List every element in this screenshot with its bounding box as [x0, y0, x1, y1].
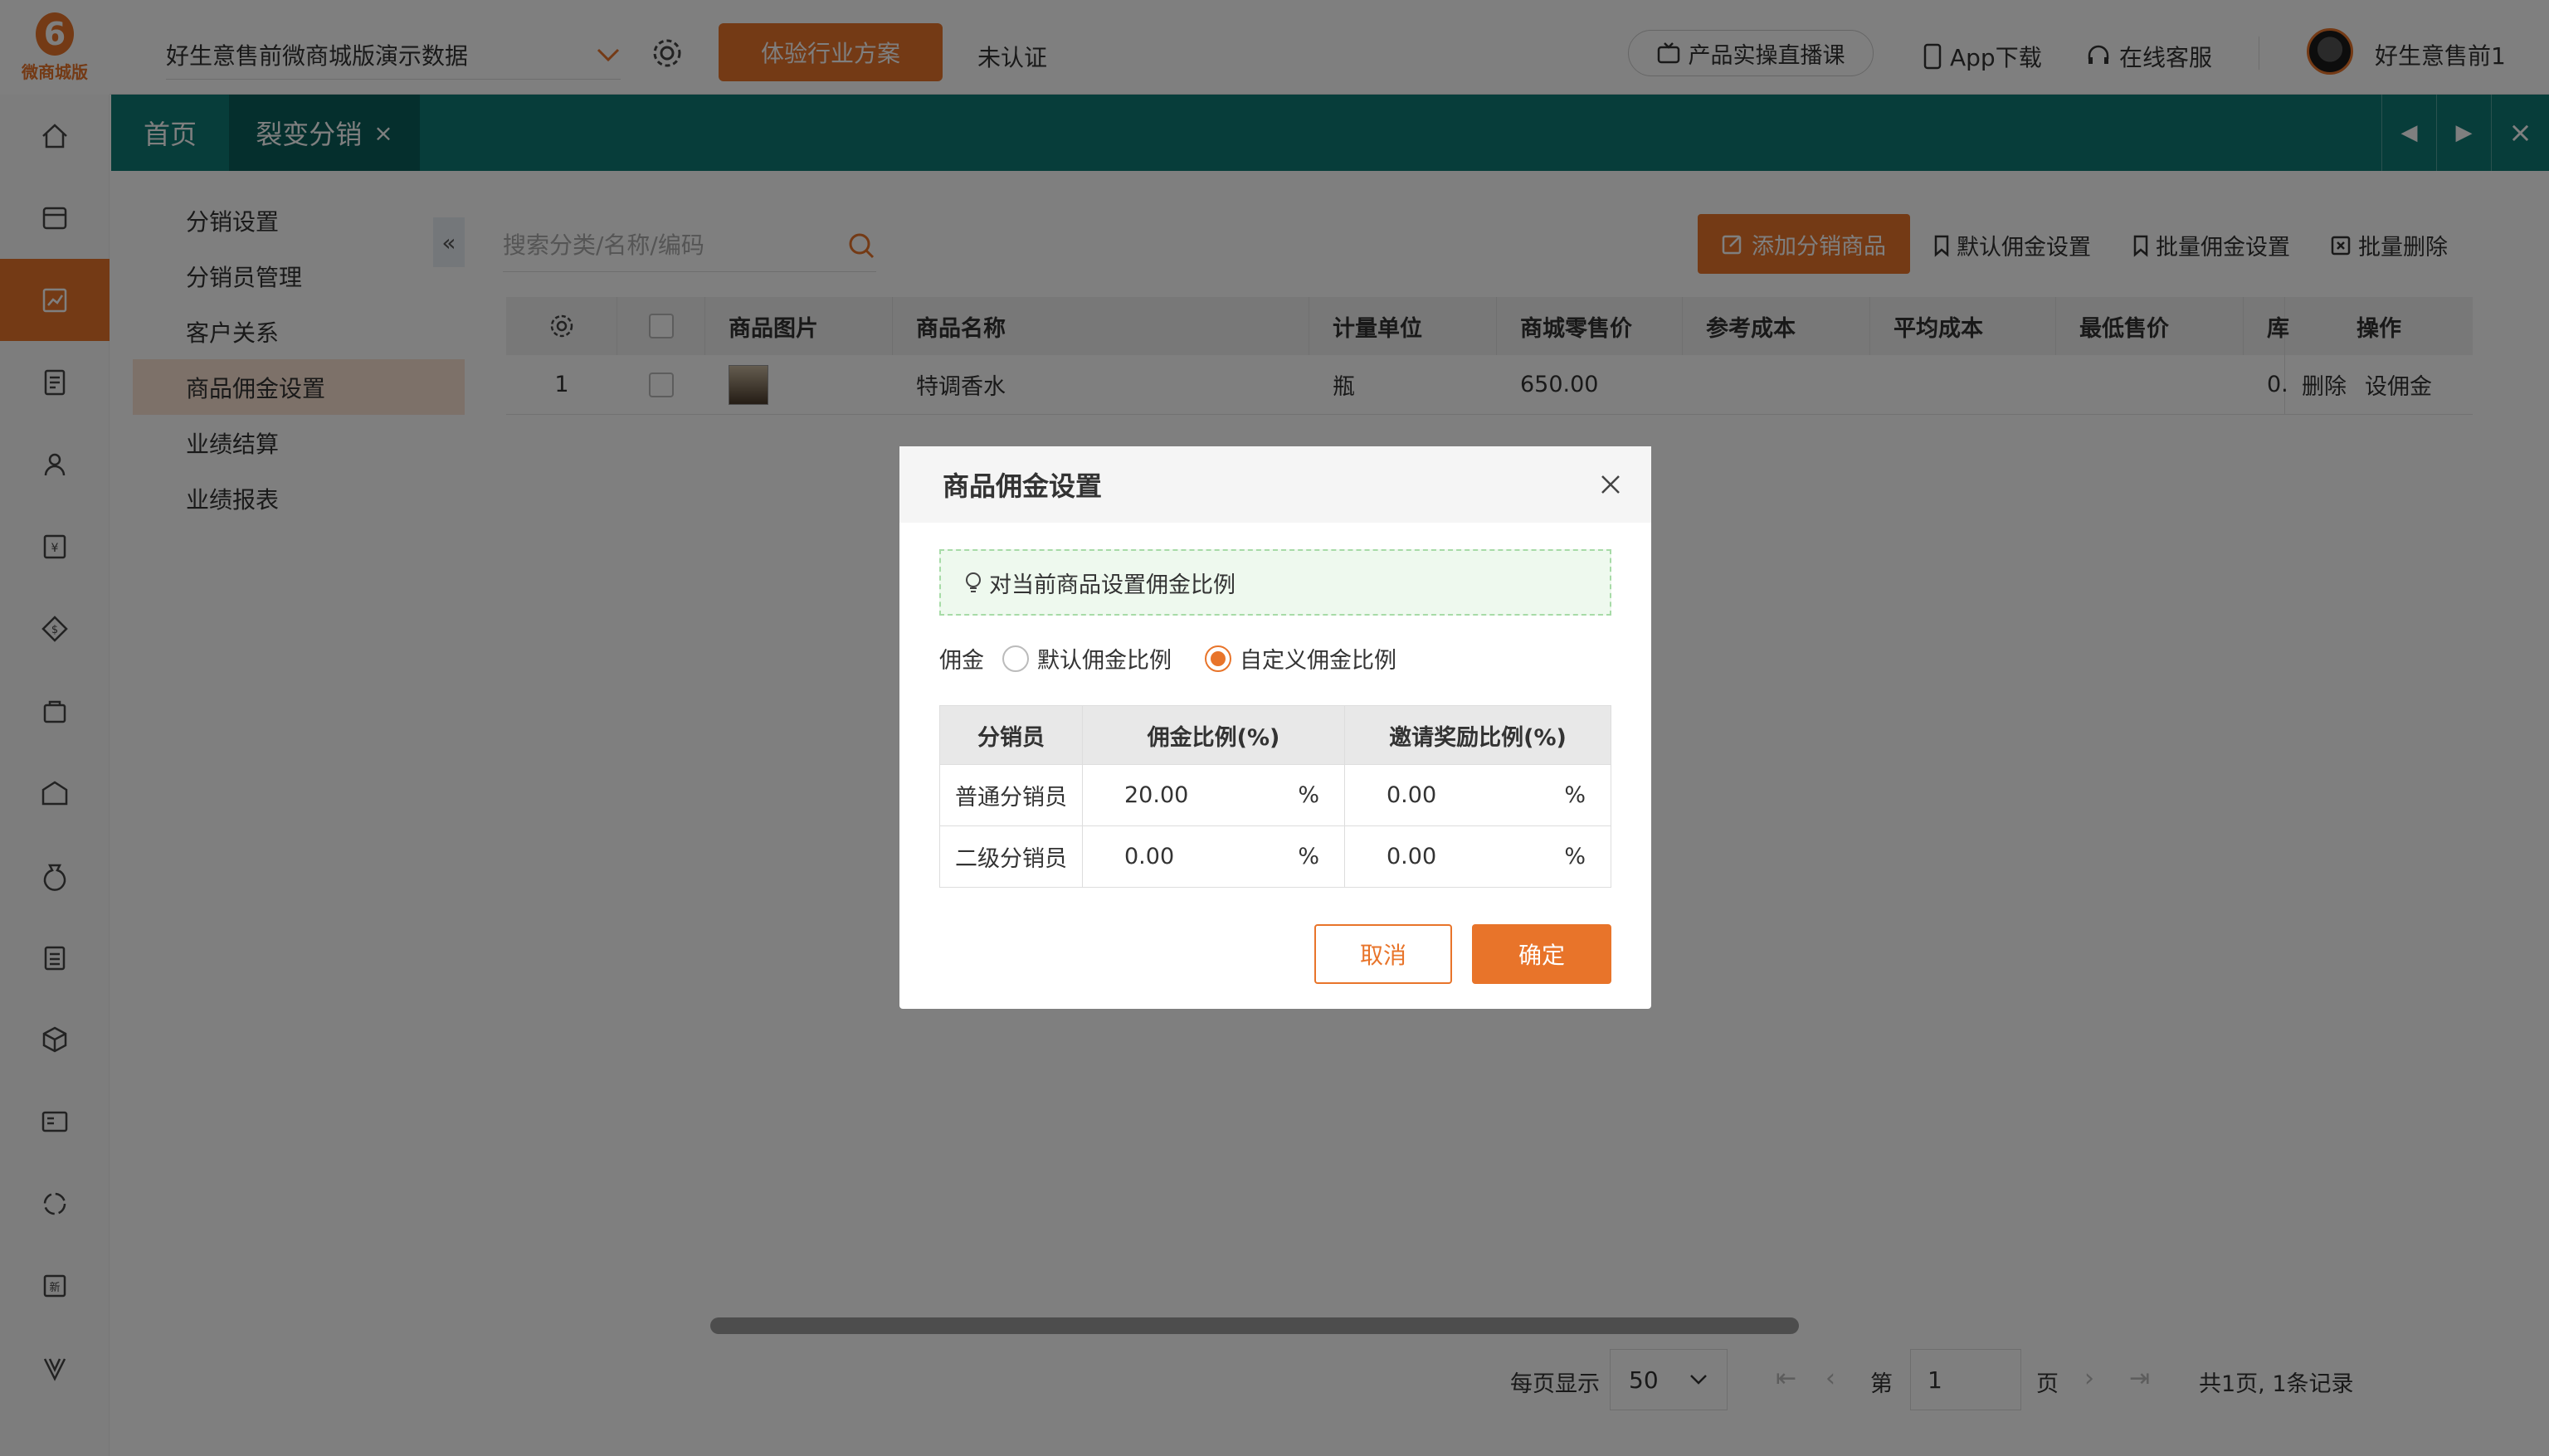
dialog-title: 商品佣金设置 [943, 470, 1103, 502]
commission-mode-group: 佣金 默认佣金比例 自定义佣金比例 [939, 642, 1396, 674]
commission-rate-input[interactable] [1124, 844, 1274, 869]
percent-sign: % [1298, 844, 1319, 869]
invite-rate-cell: % [1345, 765, 1611, 825]
confirm-button[interactable]: 确定 [1472, 924, 1611, 984]
tip-text: 对当前商品设置佣金比例 [989, 572, 1236, 598]
header-distributor: 分销员 [940, 706, 1083, 764]
commission-label: 佣金 [939, 648, 984, 674]
commission-table: 分销员 佣金比例(%) 邀请奖励比例(%) 普通分销员 % % 二级分销员 % … [939, 705, 1611, 888]
lightbulb-icon [966, 572, 981, 592]
commission-table-header: 分销员 佣金比例(%) 邀请奖励比例(%) [940, 706, 1611, 764]
invite-rate-cell: % [1345, 826, 1611, 887]
tip-banner: 对当前商品设置佣金比例 [939, 549, 1611, 616]
percent-sign: % [1564, 844, 1586, 869]
header-commission-rate: 佣金比例(%) [1083, 706, 1345, 764]
commission-rate-cell: % [1083, 765, 1345, 825]
custom-ratio-option[interactable]: 自定义佣金比例 [1205, 642, 1396, 674]
close-icon[interactable] [1598, 472, 1623, 497]
cancel-button[interactable]: 取消 [1314, 924, 1452, 984]
percent-sign: % [1298, 782, 1319, 808]
header-invite-reward-rate: 邀请奖励比例(%) [1389, 724, 1567, 751]
custom-ratio-label: 自定义佣金比例 [1240, 648, 1396, 674]
custom-ratio-radio[interactable] [1205, 645, 1231, 672]
distributor-role: 二级分销员 [940, 826, 1083, 887]
distributor-role: 普通分销员 [940, 765, 1083, 825]
commission-rate-input[interactable] [1124, 782, 1274, 808]
percent-sign: % [1564, 782, 1586, 808]
table-row: 普通分销员 % % [940, 764, 1611, 825]
default-ratio-radio[interactable] [1002, 645, 1029, 672]
invite-rate-input[interactable] [1387, 782, 1536, 808]
default-ratio-label: 默认佣金比例 [1037, 648, 1172, 674]
table-row: 二级分销员 % % [940, 825, 1611, 887]
invite-rate-input[interactable] [1387, 844, 1536, 869]
default-ratio-option[interactable]: 默认佣金比例 [1002, 642, 1172, 674]
dialog-header: 商品佣金设置 [899, 446, 1651, 523]
commission-rate-cell: % [1083, 826, 1345, 887]
commission-settings-dialog: 商品佣金设置 对当前商品设置佣金比例 佣金 默认佣金比例 自定义佣金比例 分销员… [899, 446, 1651, 1009]
